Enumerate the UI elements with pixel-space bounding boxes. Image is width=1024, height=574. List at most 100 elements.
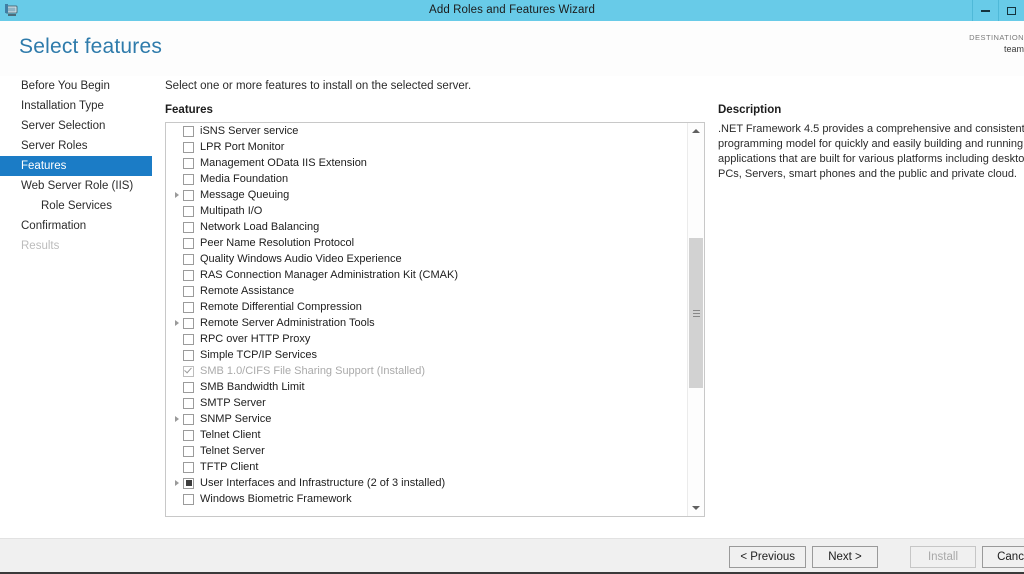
previous-button[interactable]: < Previous bbox=[729, 546, 806, 568]
feature-row[interactable]: Windows Biometric Framework bbox=[166, 491, 687, 507]
page-title: Select features bbox=[19, 35, 163, 58]
feature-checkbox[interactable] bbox=[183, 157, 194, 169]
feature-checkbox[interactable] bbox=[183, 141, 194, 153]
feature-checkbox[interactable] bbox=[183, 317, 194, 329]
feature-label: SMB 1.0/CIFS File Sharing Support (Insta… bbox=[200, 365, 425, 377]
feature-label: SNMP Service bbox=[200, 413, 272, 425]
install-button: Install bbox=[910, 546, 976, 568]
feature-checkbox[interactable] bbox=[183, 237, 194, 249]
feature-row[interactable]: Peer Name Resolution Protocol bbox=[166, 235, 687, 251]
feature-checkbox[interactable] bbox=[183, 125, 194, 137]
features-listbox[interactable]: iSNS Server service LPR Port Monitor Manag… bbox=[165, 122, 705, 517]
feature-checkbox[interactable] bbox=[183, 445, 194, 457]
sidebar-item-web-server-role-iis[interactable]: Web Server Role (IIS) bbox=[0, 176, 152, 196]
feature-row[interactable]: Management OData IIS Extension bbox=[166, 155, 687, 171]
sidebar-item-confirmation[interactable]: Confirmation bbox=[0, 216, 152, 236]
feature-checkbox[interactable] bbox=[183, 221, 194, 233]
feature-checkbox[interactable] bbox=[183, 429, 194, 441]
feature-checkbox[interactable] bbox=[183, 333, 194, 345]
features-scrollbar[interactable] bbox=[687, 123, 704, 516]
feature-row[interactable]: Multipath I/O bbox=[166, 203, 687, 219]
feature-row[interactable]: Quality Windows Audio Video Experience bbox=[166, 251, 687, 267]
add-roles-features-wizard-window: Add Roles and Features Wizard Select fea… bbox=[0, 0, 1024, 574]
main-content: Select one or more features to install o… bbox=[152, 76, 1024, 538]
feature-checkbox[interactable] bbox=[183, 189, 194, 201]
feature-label: SMB Bandwidth Limit bbox=[200, 381, 305, 393]
feature-checkbox[interactable] bbox=[183, 477, 194, 489]
feature-row[interactable]: SNMP Service bbox=[166, 411, 687, 427]
feature-label: Quality Windows Audio Video Experience bbox=[200, 253, 402, 265]
feature-label: Peer Name Resolution Protocol bbox=[200, 237, 355, 249]
feature-label: Simple TCP/IP Services bbox=[200, 349, 317, 361]
feature-row[interactable]: Telnet Client bbox=[166, 427, 687, 443]
feature-row[interactable]: RPC over HTTP Proxy bbox=[166, 331, 687, 347]
maximize-icon[interactable] bbox=[998, 0, 1024, 21]
feature-label: LPR Port Monitor bbox=[200, 141, 285, 153]
feature-checkbox[interactable] bbox=[183, 285, 194, 297]
sidebar-item-role-services[interactable]: Role Services bbox=[0, 196, 152, 216]
feature-row[interactable]: Telnet Server bbox=[166, 443, 687, 459]
feature-checkbox[interactable] bbox=[183, 349, 194, 361]
feature-row[interactable]: User Interfaces and Infrastructure (2 of… bbox=[166, 475, 687, 491]
feature-checkbox[interactable] bbox=[183, 173, 194, 185]
features-list[interactable]: iSNS Server service LPR Port Monitor Manag… bbox=[166, 123, 687, 516]
cancel-button[interactable]: Cancel bbox=[982, 546, 1024, 568]
feature-row[interactable]: Remote Server Administration Tools bbox=[166, 315, 687, 331]
feature-row[interactable]: LPR Port Monitor bbox=[166, 139, 687, 155]
feature-row[interactable]: Network Load Balancing bbox=[166, 219, 687, 235]
feature-checkbox[interactable] bbox=[183, 301, 194, 313]
feature-checkbox[interactable] bbox=[183, 205, 194, 217]
sidebar-item-installation-type[interactable]: Installation Type bbox=[0, 96, 152, 116]
feature-checkbox[interactable] bbox=[183, 381, 194, 393]
destination-label: DESTINATION bbox=[969, 33, 1024, 42]
feature-label: Message Queuing bbox=[200, 189, 290, 201]
expand-arrow-icon[interactable] bbox=[170, 320, 183, 326]
feature-row[interactable]: Media Foundation bbox=[166, 171, 687, 187]
feature-checkbox[interactable] bbox=[183, 269, 194, 281]
description-text: .NET Framework 4.5 provides a comprehens… bbox=[718, 123, 1024, 180]
wizard-navigation-sidebar: Before You Begin Installation Type Server … bbox=[0, 76, 152, 538]
feature-checkbox[interactable] bbox=[183, 461, 194, 473]
next-button[interactable]: Next > bbox=[812, 546, 878, 568]
sidebar-item-server-roles[interactable]: Server Roles bbox=[0, 136, 152, 156]
sidebar-item-before-you-begin[interactable]: Before You Begin bbox=[0, 76, 152, 96]
feature-row[interactable]: Remote Assistance bbox=[166, 283, 687, 299]
feature-row[interactable]: TFTP Client bbox=[166, 459, 687, 475]
feature-checkbox[interactable] bbox=[183, 413, 194, 425]
feature-label: User Interfaces and Infrastructure (2 of… bbox=[200, 477, 446, 489]
feature-row[interactable]: Message Queuing bbox=[166, 187, 687, 203]
feature-row[interactable]: SMTP Server bbox=[166, 395, 687, 411]
feature-label: Multipath I/O bbox=[200, 205, 263, 217]
feature-checkbox[interactable] bbox=[183, 253, 194, 265]
feature-label: Remote Differential Compression bbox=[200, 301, 362, 313]
feature-row[interactable]: Simple TCP/IP Services bbox=[166, 347, 687, 363]
scroll-down-icon[interactable] bbox=[688, 500, 704, 516]
sidebar-item-features[interactable]: Features bbox=[0, 156, 152, 176]
window-title: Add Roles and Features Wizard bbox=[429, 4, 595, 16]
footer-button-group: < Previous Next > Install Cancel bbox=[729, 546, 1024, 568]
scroll-up-icon[interactable] bbox=[688, 123, 704, 139]
title-bar: Add Roles and Features Wizard bbox=[0, 0, 1024, 21]
feature-label: TFTP Client bbox=[200, 461, 259, 473]
feature-row[interactable]: iSNS Server service bbox=[166, 123, 687, 139]
feature-label: RPC over HTTP Proxy bbox=[200, 333, 311, 345]
minimize-icon[interactable] bbox=[972, 0, 998, 21]
scrollbar-grip-icon bbox=[692, 309, 700, 317]
feature-row[interactable]: Remote Differential Compression bbox=[166, 299, 687, 315]
feature-label: iSNS Server service bbox=[200, 125, 299, 137]
feature-label: Windows Biometric Framework bbox=[200, 493, 352, 505]
expand-arrow-icon[interactable] bbox=[170, 480, 183, 486]
server-manager-icon bbox=[4, 3, 20, 19]
scrollbar-thumb[interactable] bbox=[689, 238, 703, 388]
feature-row[interactable]: RAS Connection Manager Administration Ki… bbox=[166, 267, 687, 283]
sidebar-item-server-selection[interactable]: Server Selection bbox=[0, 116, 152, 136]
instruction-text: Select one or more features to install o… bbox=[165, 80, 472, 92]
feature-row[interactable]: SMB Bandwidth Limit bbox=[166, 379, 687, 395]
feature-checkbox[interactable] bbox=[183, 397, 194, 409]
expand-arrow-icon[interactable] bbox=[170, 416, 183, 422]
feature-row[interactable]: SMB 1.0/CIFS File Sharing Support (Insta… bbox=[166, 363, 687, 379]
feature-checkbox[interactable] bbox=[183, 493, 194, 505]
expand-arrow-icon[interactable] bbox=[170, 192, 183, 198]
feature-checkbox bbox=[183, 365, 194, 377]
feature-label: RAS Connection Manager Administration Ki… bbox=[200, 269, 458, 281]
